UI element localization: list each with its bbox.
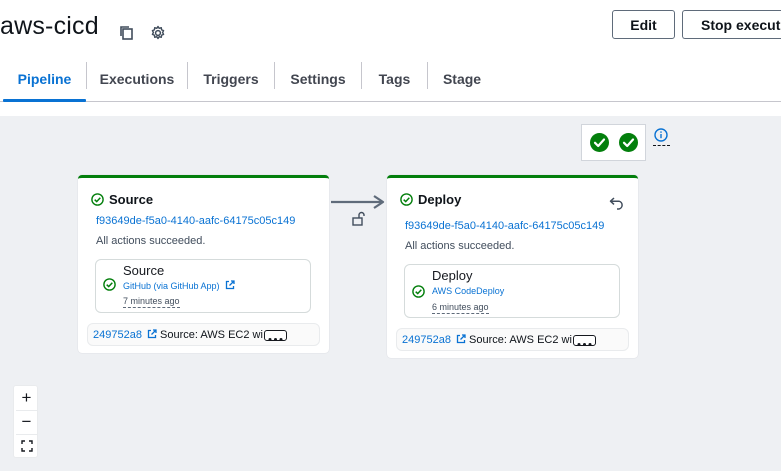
revision-id: 249752a8: [93, 329, 142, 341]
stage-card-deploy: Deploy f93649de-f5a0-4140-aafc-64175c05c…: [387, 175, 638, 358]
gear-icon[interactable]: [149, 24, 167, 42]
success-check-icon: [91, 193, 104, 206]
tab-pipeline[interactable]: Pipeline: [3, 56, 86, 101]
stage-card-source: Source f93649de-f5a0-4140-aafc-64175c05c…: [78, 175, 329, 353]
success-check-icon: [103, 278, 116, 291]
action-provider-link[interactable]: AWS CodeDeploy: [432, 286, 504, 296]
fit-view-button[interactable]: [14, 434, 39, 458]
revision-summary: Source: AWS EC2 wi: [160, 329, 263, 341]
revision-summary: Source: AWS EC2 wi: [469, 334, 572, 346]
revision-link[interactable]: 249752a8: [93, 329, 157, 341]
stage-name: Deploy: [418, 192, 462, 207]
stage-status: All actions succeeded.: [405, 240, 515, 252]
stage-status: All actions succeeded.: [96, 235, 206, 247]
action-timestamp: 7 minutes ago: [123, 296, 180, 308]
provider-label: GitHub (via GitHub App): [123, 281, 220, 291]
tab-triggers[interactable]: Triggers: [188, 56, 274, 101]
external-link-icon: [147, 329, 157, 339]
revision-footer: 249752a8 Source: AWS EC2 wi: [396, 328, 629, 351]
action-provider-link[interactable]: GitHub (via GitHub App): [123, 280, 235, 291]
action-name: Deploy: [432, 268, 473, 283]
success-check-icon: [400, 193, 413, 206]
info-underline: [653, 145, 670, 146]
copy-icon[interactable]: [118, 24, 136, 42]
revision-link[interactable]: 249752a8: [402, 334, 466, 346]
action-card-source: Source GitHub (via GitHub App) 7 minutes…: [95, 259, 311, 313]
more-options-button[interactable]: [264, 330, 287, 341]
info-icon[interactable]: [654, 128, 668, 142]
action-timestamp: 6 minutes ago: [432, 302, 489, 314]
stop-execution-button[interactable]: Stop executio: [682, 10, 781, 39]
stage-name: Source: [109, 192, 154, 207]
tab-executions[interactable]: Executions: [87, 56, 187, 101]
success-check-icon: [412, 285, 425, 298]
pipeline-status-summary: [581, 124, 646, 161]
active-tab-indicator: [3, 99, 86, 102]
tab-tags[interactable]: Tags: [362, 56, 427, 101]
tab-label: Settings: [290, 70, 346, 87]
revision-footer: 249752a8 Source: AWS EC2 wi: [87, 323, 320, 346]
execution-id-link[interactable]: f93649de-f5a0-4140-aafc-64175c05c149: [405, 220, 604, 232]
action-name: Source: [123, 263, 165, 278]
tab-settings[interactable]: Settings: [275, 56, 361, 101]
tab-bar: Pipeline Executions Triggers Settings Ta…: [0, 56, 781, 102]
tab-label: Pipeline: [17, 70, 72, 87]
tab-label: Stage: [442, 70, 482, 87]
zoom-controls: + −: [13, 385, 38, 458]
tab-label: Tags: [378, 70, 411, 87]
external-link-icon: [456, 334, 466, 344]
unlock-icon[interactable]: [351, 211, 365, 226]
ellipsis-icon: [577, 343, 592, 346]
success-check-icon: [590, 133, 609, 152]
page-title: aws-cicd: [0, 12, 99, 40]
more-options-button[interactable]: [573, 335, 596, 346]
execution-id-link[interactable]: f93649de-f5a0-4140-aafc-64175c05c149: [96, 215, 295, 227]
revision-id: 249752a8: [402, 334, 451, 346]
tab-label: Executions: [99, 70, 175, 87]
ellipsis-icon: [268, 338, 283, 341]
fit-view-icon: [20, 440, 33, 452]
undo-icon[interactable]: [609, 196, 625, 210]
zoom-in-button[interactable]: +: [14, 386, 39, 410]
success-check-icon: [619, 133, 638, 152]
tab-stage[interactable]: Stage: [428, 56, 496, 101]
edit-button[interactable]: Edit: [612, 10, 675, 39]
tab-label: Triggers: [203, 70, 259, 87]
external-link-icon: [225, 280, 235, 290]
zoom-out-button[interactable]: −: [14, 410, 39, 434]
action-card-deploy: Deploy AWS CodeDeploy 6 minutes ago: [404, 264, 620, 318]
page-header: aws-cicd Edit Stop executio Pipeline Exe…: [0, 0, 781, 102]
